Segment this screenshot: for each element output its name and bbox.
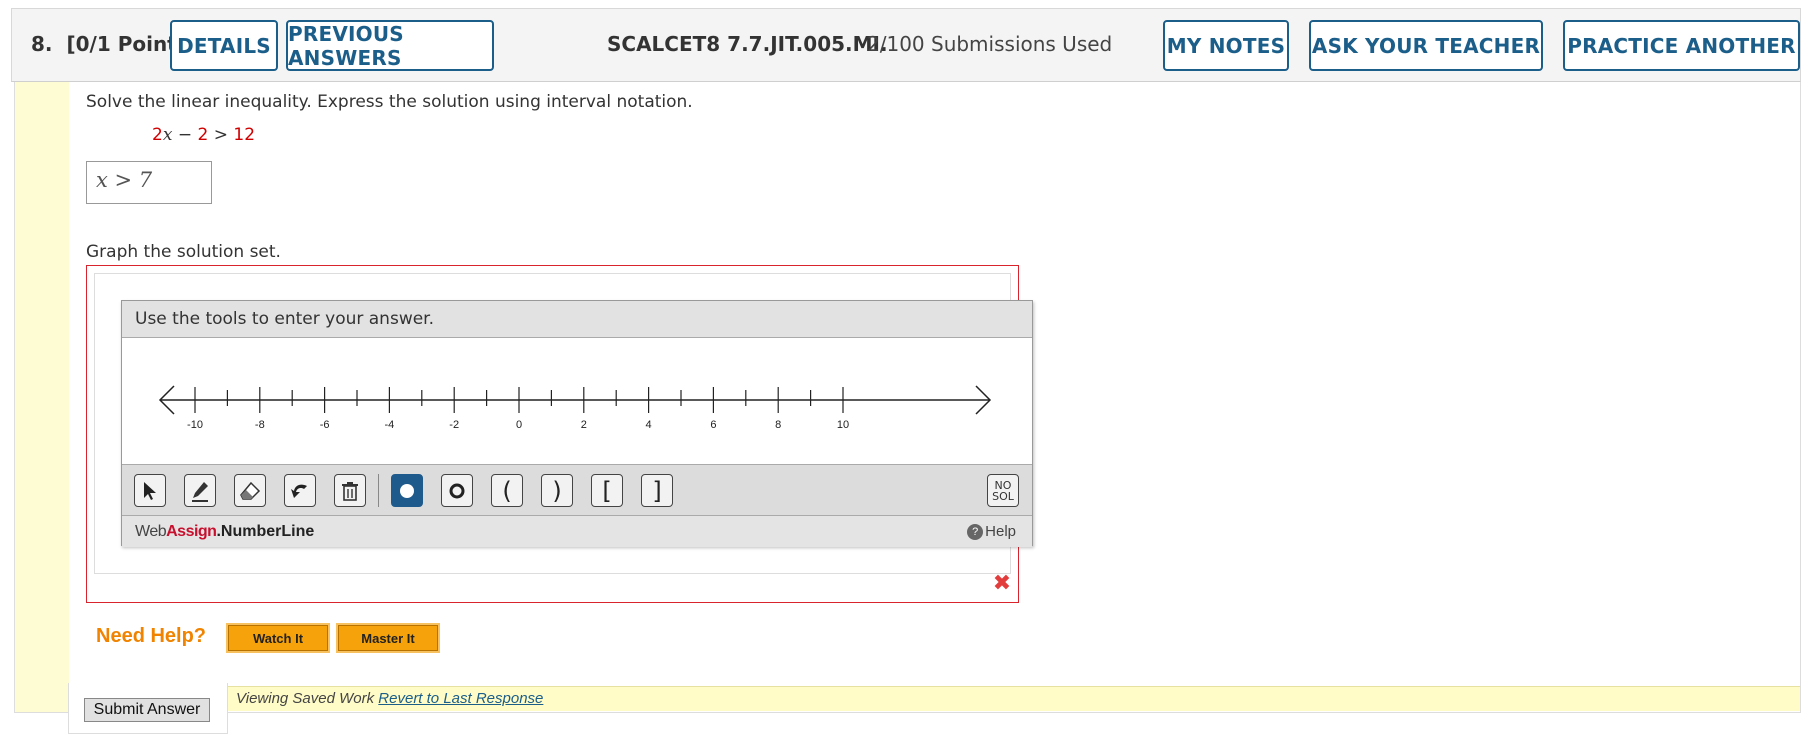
tick-label: 6 <box>710 419 716 431</box>
master-it-button[interactable]: Master It <box>336 623 440 653</box>
ask-your-teacher-button[interactable]: ASK YOUR TEACHER <box>1309 20 1543 71</box>
open-circle-icon <box>449 483 465 498</box>
tick-marks <box>194 387 844 413</box>
numberline-widget: Use the tools to enter your answer. -10-… <box>121 300 1033 547</box>
answer-input[interactable]: x > 7 <box>86 161 212 204</box>
submissions-count: 2/100 Submissions Used <box>867 32 1113 56</box>
filled-circle-icon <box>400 483 414 498</box>
details-button[interactable]: DETAILS <box>170 20 278 71</box>
inequality-expression: 2x − 2 > 12 <box>152 125 256 145</box>
webassign-numberline-logo: WebAssign.NumberLine <box>135 523 315 540</box>
numberline-instructions: Use the tools to enter your answer. <box>122 301 1032 338</box>
tick-label: 0 <box>516 419 522 431</box>
need-help-label: Need Help? <box>96 625 207 647</box>
tick-label: -8 <box>255 419 265 431</box>
submit-answer-button[interactable]: Submit Answer <box>84 698 210 722</box>
saved-work-bar: Viewing Saved Work Revert to Last Respon… <box>228 686 1800 711</box>
divider <box>14 712 1801 713</box>
question-status-stripe <box>14 82 69 712</box>
tick-label: 2 <box>581 419 587 431</box>
previous-answers-button[interactable]: PREVIOUS ANSWERS <box>286 20 494 71</box>
undo-icon <box>291 484 307 498</box>
help-icon: ? <box>967 523 984 540</box>
no-solution-button[interactable]: NO SOL <box>987 474 1019 507</box>
my-notes-button[interactable]: MY NOTES <box>1163 20 1289 71</box>
tick-label: 10 <box>837 419 849 431</box>
undo-tool-button[interactable] <box>284 474 316 507</box>
eraser-icon <box>240 481 261 500</box>
toolbar-separator <box>378 474 379 507</box>
tick-label: 4 <box>646 419 652 431</box>
right-bracket-tool-button[interactable]: ] <box>641 474 673 507</box>
graph-prompt: Graph the solution set. <box>86 242 281 262</box>
open-point-tool-button[interactable] <box>441 474 473 507</box>
pencil-tool-button[interactable] <box>184 474 216 507</box>
tick-label: -2 <box>449 419 459 431</box>
numberline-canvas[interactable]: -10 -8 -6 -4 -2 0 2 4 6 8 10 <box>122 338 1032 464</box>
pointer-tool-button[interactable] <box>134 474 166 507</box>
left-paren-tool-button[interactable]: ( <box>491 474 523 507</box>
left-bracket-tool-button[interactable]: [ <box>591 474 623 507</box>
question-prompt: Solve the linear inequality. Express the… <box>86 92 693 112</box>
numberline-help-link[interactable]: ? Help <box>967 523 1016 540</box>
delete-tool-button[interactable] <box>334 474 366 507</box>
question-code: SCALCET8 7.7.JIT.005.MI. <box>607 32 888 56</box>
eraser-tool-button[interactable] <box>234 474 266 507</box>
tick-label: -10 <box>187 419 203 431</box>
tick-labels: -10 -8 -6 -4 -2 0 2 4 6 8 10 <box>187 419 849 431</box>
numberline-footer: WebAssign.NumberLine ? Help <box>122 516 1032 547</box>
question-header: 8. [0/1 Points] DETAILS PREVIOUS ANSWERS… <box>11 8 1801 82</box>
closed-point-tool-button[interactable] <box>391 474 423 507</box>
tick-label: 8 <box>775 419 781 431</box>
incorrect-x-icon: ✖ <box>992 571 1012 596</box>
tick-label: -6 <box>320 419 330 431</box>
pencil-icon <box>192 481 208 502</box>
right-paren-tool-button[interactable]: ) <box>541 474 573 507</box>
revert-to-last-response-link[interactable]: Revert to Last Response <box>378 690 543 707</box>
numberline-toolbar: ( ) [ ] NO SOL <box>122 464 1032 516</box>
watch-it-button[interactable]: Watch It <box>226 623 330 653</box>
trash-icon <box>342 481 358 501</box>
practice-another-button[interactable]: PRACTICE ANOTHER <box>1563 20 1800 71</box>
arrow-cursor-icon <box>144 481 156 500</box>
tick-label: -4 <box>385 419 395 431</box>
number-line-svg[interactable]: -10 -8 -6 -4 -2 0 2 4 6 8 10 <box>122 338 1032 464</box>
